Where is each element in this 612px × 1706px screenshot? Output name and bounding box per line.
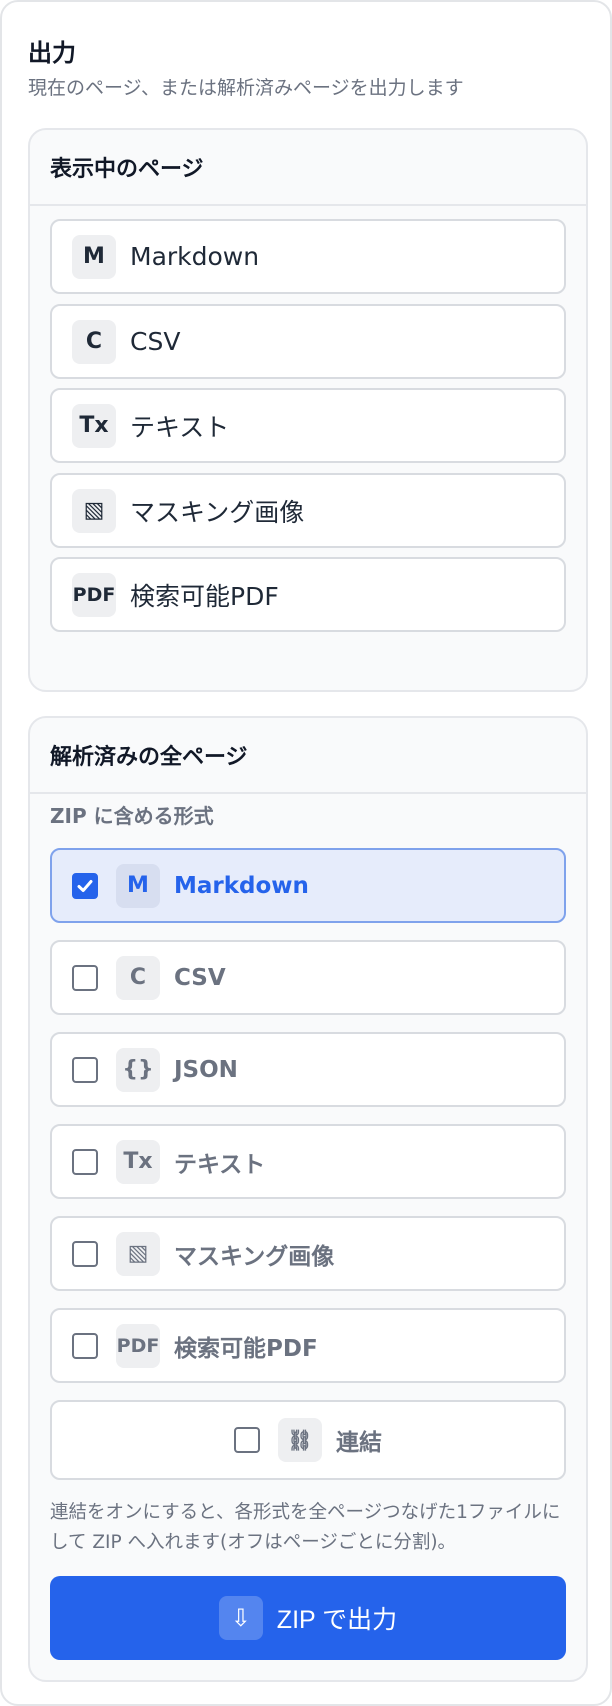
format-json-checkbox-row[interactable]: {} JSON [50, 1032, 566, 1107]
text-icon: Tx [72, 403, 116, 448]
format-label: Markdown [174, 872, 309, 899]
option-label: CSV [130, 327, 181, 356]
concat-label: 連結 [336, 1430, 382, 1456]
format-label: 検索可能PDF [174, 1335, 318, 1362]
concat-checkbox[interactable] [234, 1427, 260, 1453]
export-text-button[interactable]: Tx テキスト [50, 388, 566, 463]
export-csv-button[interactable]: C CSV [50, 304, 566, 379]
markdown-icon: M [72, 234, 116, 279]
csv-icon: C [72, 319, 116, 364]
format-label: テキスト [174, 1151, 266, 1178]
all-pages-header: 解析済みの全ページ [30, 718, 586, 794]
concat-toggle[interactable]: ⛓ 連結 [50, 1400, 566, 1480]
all-pages-card: 解析済みの全ページ ZIP に含める形式 M Markdown C CSV {}… [28, 716, 588, 1682]
link-icon: ⛓ [278, 1418, 322, 1462]
option-label: テキスト [130, 412, 230, 442]
zip-format-label: ZIP に含める形式 [50, 804, 214, 828]
format-searchable-pdf-checkbox-row[interactable]: PDF 検索可能PDF [50, 1308, 566, 1383]
panel-title: 出力 [28, 39, 76, 67]
pdf-icon: PDF [116, 1323, 160, 1368]
zip-export-label: ZIP で出力 [276, 1606, 398, 1634]
export-searchable-pdf-button[interactable]: PDF 検索可能PDF [50, 557, 566, 632]
download-icon: ⇩ [218, 1596, 263, 1640]
format-markdown-checkbox-row[interactable]: M Markdown [50, 848, 566, 923]
format-label: CSV [174, 964, 226, 991]
hatch-icon: ▧ [116, 1231, 160, 1276]
format-label: JSON [174, 1056, 238, 1083]
current-page-header: 表示中のページ [30, 130, 586, 206]
markdown-icon: M [116, 863, 160, 908]
checkbox[interactable] [72, 964, 98, 991]
checkbox[interactable] [72, 1332, 98, 1359]
hatch-icon: ▧ [72, 488, 116, 533]
panel-subtitle: 現在のページ、または解析済みページを出力します [28, 77, 464, 99]
pdf-icon: PDF [72, 572, 116, 617]
concat-note: 連結をオンにすると、各形式を全ページつなげた1ファイルにして ZIP へ入れます… [50, 1502, 561, 1553]
option-label: 検索可能PDF [130, 581, 279, 611]
format-masked-image-checkbox-row[interactable]: ▧ マスキング画像 [50, 1216, 566, 1291]
checkbox[interactable] [72, 1056, 98, 1083]
check-icon [77, 879, 93, 892]
export-panel: 出力 現在のページ、または解析済みページを出力します 表示中のページ M Mar… [0, 0, 612, 1706]
format-csv-checkbox-row[interactable]: C CSV [50, 940, 566, 1015]
checkbox[interactable] [72, 1148, 98, 1175]
export-markdown-button[interactable]: M Markdown [50, 219, 566, 294]
csv-icon: C [116, 955, 160, 1000]
json-icon: {} [116, 1047, 160, 1092]
option-label: マスキング画像 [130, 497, 305, 527]
checkbox[interactable] [72, 872, 98, 899]
format-label: マスキング画像 [174, 1243, 335, 1270]
export-masked-image-button[interactable]: ▧ マスキング画像 [50, 473, 566, 548]
zip-export-button[interactable]: ⇩ ZIP で出力 [50, 1576, 566, 1660]
text-icon: Tx [116, 1139, 160, 1184]
checkbox[interactable] [72, 1240, 98, 1267]
option-label: Markdown [130, 242, 260, 271]
current-page-card: 表示中のページ M Markdown C CSV Tx テキスト ▧ マスキング… [28, 128, 588, 692]
format-text-checkbox-row[interactable]: Tx テキスト [50, 1124, 566, 1199]
